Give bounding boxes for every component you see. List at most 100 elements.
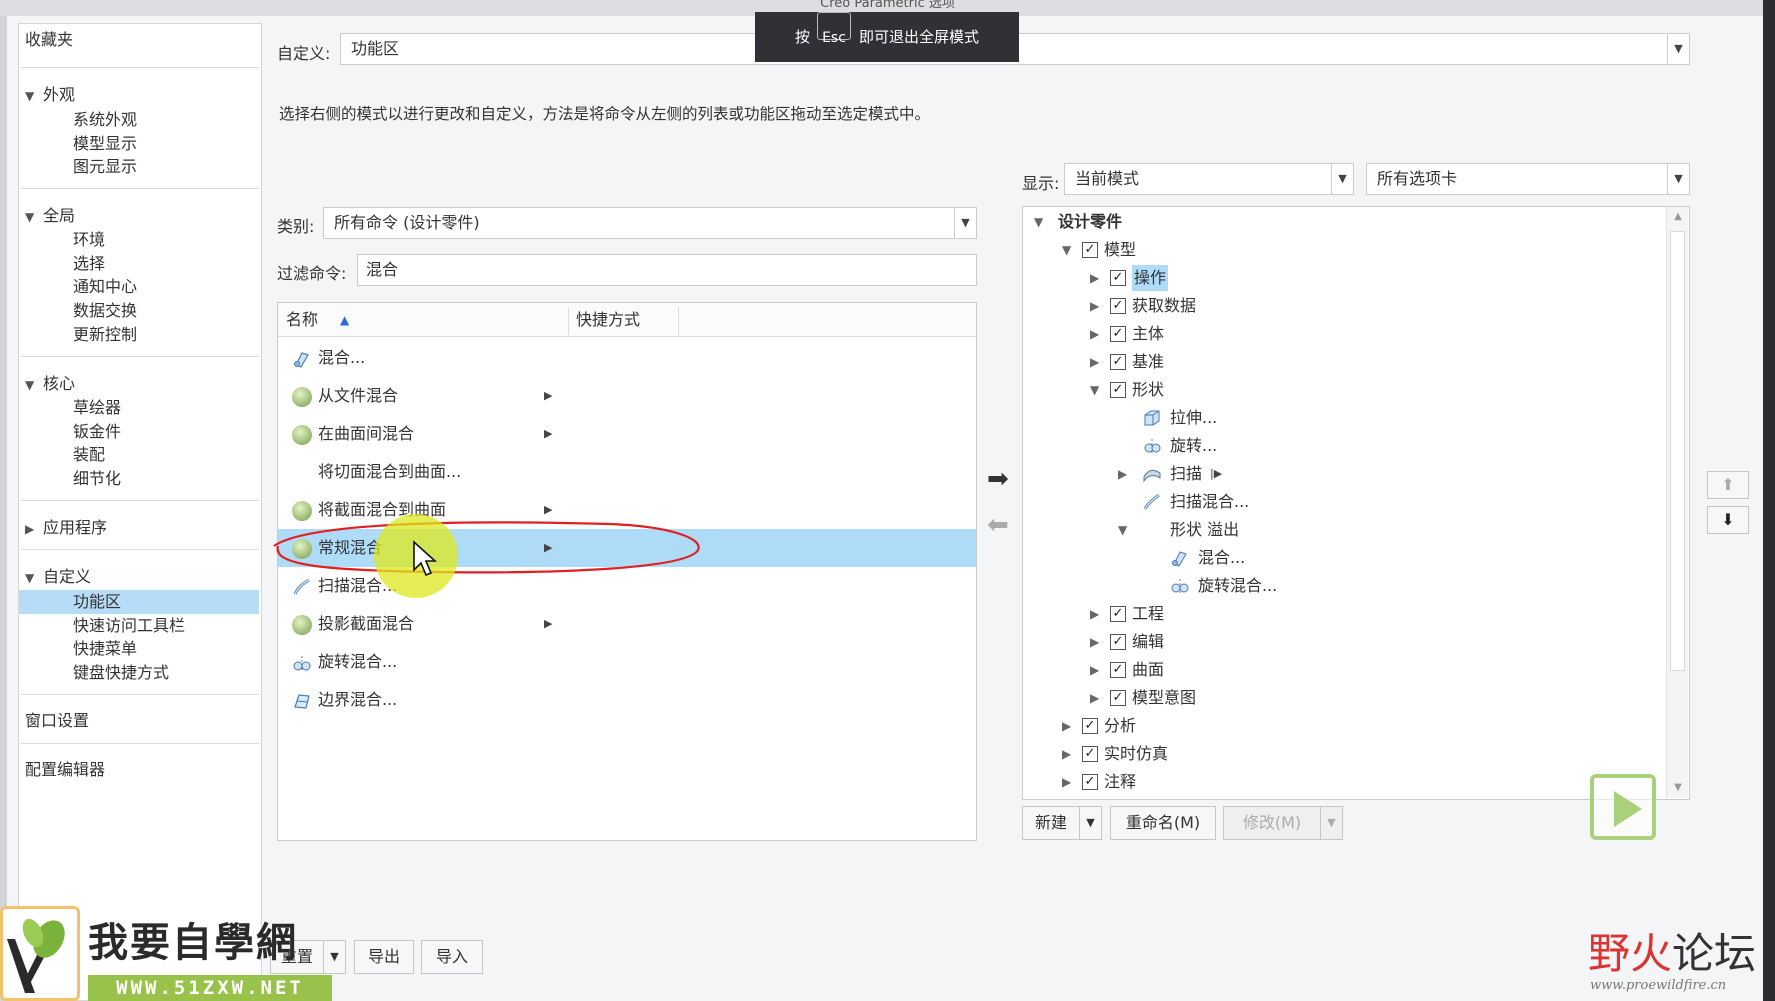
expand-icon[interactable]: ▶: [1090, 349, 1104, 375]
command-row[interactable]: 旋转混合...: [278, 643, 976, 681]
nav-item-system-appearance[interactable]: 系统外观: [73, 108, 137, 132]
nav-item-notification-center[interactable]: 通知中心: [73, 275, 137, 299]
expand-icon[interactable]: ▶: [1118, 461, 1132, 487]
checkbox[interactable]: ✓: [1082, 774, 1098, 790]
esc-key: Esc: [817, 12, 851, 46]
expand-icon[interactable]: ▶: [1090, 685, 1104, 711]
expand-icon[interactable]: ▶: [1090, 601, 1104, 627]
nav-section-label: 自定义: [43, 567, 92, 586]
command-row[interactable]: 将切面混合到曲面...: [278, 453, 976, 491]
command-row[interactable]: 边界混合...: [278, 681, 976, 719]
chevron-down-icon[interactable]: ▼: [1667, 164, 1689, 194]
expand-icon[interactable]: ▶: [1062, 741, 1076, 767]
scroll-up-icon[interactable]: ▲: [1667, 207, 1689, 227]
frame-edge: [0, 16, 7, 1001]
chevron-down-icon[interactable]: ▼: [954, 208, 976, 238]
scrollbar-thumb[interactable]: [1670, 231, 1685, 671]
nav-config-editor[interactable]: 配置编辑器: [25, 758, 105, 782]
checkbox[interactable]: ✓: [1082, 746, 1098, 762]
expand-icon[interactable]: ▶: [1062, 713, 1076, 739]
nav-item-selection[interactable]: 选择: [73, 252, 105, 276]
filter-input[interactable]: 混合: [357, 254, 977, 286]
submenu-arrow-icon[interactable]: |▶: [1210, 461, 1222, 487]
checkbox[interactable]: ✓: [1110, 690, 1126, 706]
export-button[interactable]: 导出: [354, 940, 414, 974]
display-mode-select[interactable]: 当前模式 ▼: [1064, 163, 1354, 195]
chevron-down-icon[interactable]: ▼: [1079, 807, 1101, 839]
nav-item-detailing[interactable]: 细节化: [73, 467, 121, 491]
checkbox[interactable]: ✓: [1110, 326, 1126, 342]
chevron-down-icon[interactable]: ▼: [1320, 807, 1342, 839]
move-up-icon[interactable]: ⬆: [1707, 471, 1749, 499]
move-down-icon[interactable]: ⬇: [1707, 506, 1749, 534]
nav-item-keyboard-shortcuts[interactable]: 键盘快捷方式: [73, 661, 169, 685]
collapse-icon[interactable]: ▼: [25, 373, 43, 397]
collapse-icon[interactable]: ▼: [1118, 517, 1132, 543]
expand-icon[interactable]: ▶: [1062, 769, 1076, 795]
nav-item-sheetmetal[interactable]: 钣金件: [73, 420, 121, 444]
tree-node-label: 实时仿真: [1104, 744, 1169, 763]
collapse-icon[interactable]: ▼: [1034, 209, 1048, 235]
collapse-icon[interactable]: ▼: [25, 566, 43, 590]
checkbox[interactable]: ✓: [1110, 606, 1126, 622]
checkbox[interactable]: ✓: [1082, 242, 1098, 258]
checkbox[interactable]: ✓: [1082, 718, 1098, 734]
nav-item-ribbon[interactable]: 功能区: [19, 590, 259, 614]
nav-item-data-exchange[interactable]: 数据交换: [73, 299, 137, 323]
collapse-icon[interactable]: ▼: [1062, 237, 1076, 263]
checkbox[interactable]: ✓: [1110, 354, 1126, 370]
rotational-blend-icon: [293, 656, 311, 671]
expand-icon[interactable]: ▶: [1090, 293, 1104, 319]
nav-item-assembly[interactable]: 装配: [73, 443, 105, 467]
collapse-icon[interactable]: ▼: [25, 205, 43, 229]
nav-section-core[interactable]: ▼ 核心: [25, 372, 75, 396]
nav-item-sketcher[interactable]: 草绘器: [73, 396, 121, 420]
collapse-icon[interactable]: ▼: [1090, 377, 1104, 403]
command-row[interactable]: 在曲面间混合 ▶: [278, 415, 976, 453]
import-button[interactable]: 导入: [421, 940, 483, 974]
scroll-down-icon[interactable]: ▼: [1667, 778, 1689, 798]
add-arrow-icon[interactable]: ➡: [987, 464, 1009, 494]
column-header-shortcut[interactable]: 快捷方式: [576, 303, 640, 337]
nav-item-quick-access-toolbar[interactable]: 快速访问工具栏: [73, 614, 185, 638]
tree-scrollbar[interactable]: ▲ ▼: [1666, 207, 1688, 798]
remove-arrow-icon[interactable]: ⬅: [987, 510, 1009, 540]
nav-favorites[interactable]: 收藏夹: [25, 28, 73, 52]
play-icon[interactable]: [1590, 774, 1656, 840]
tree-node-label: 编辑: [1132, 632, 1165, 651]
display-tabs-select[interactable]: 所有选项卡 ▼: [1366, 163, 1690, 195]
nav-item-environment[interactable]: 环境: [73, 228, 105, 252]
collapse-icon[interactable]: ▼: [25, 84, 43, 108]
expand-icon[interactable]: ▶: [1090, 321, 1104, 347]
checkbox[interactable]: ✓: [1110, 662, 1126, 678]
expand-icon[interactable]: ▶: [1090, 657, 1104, 683]
command-row[interactable]: 投影截面混合 ▶: [278, 605, 976, 643]
nav-section-customize[interactable]: ▼ 自定义: [25, 565, 91, 589]
checkbox[interactable]: ✓: [1110, 382, 1126, 398]
forum-logo-part: 论坛: [1672, 929, 1757, 978]
category-select[interactable]: 所有命令 (设计零件) ▼: [323, 207, 977, 239]
checkbox[interactable]: ✓: [1110, 634, 1126, 650]
expand-icon[interactable]: ▶: [1090, 265, 1104, 291]
checkbox[interactable]: ✓: [1110, 298, 1126, 314]
nav-item-shortcut-menu[interactable]: 快捷菜单: [73, 637, 137, 661]
command-row[interactable]: 混合...: [278, 339, 976, 377]
nav-item-update-control[interactable]: 更新控制: [73, 323, 137, 347]
modify-button[interactable]: 修改(M) ▼: [1223, 806, 1343, 840]
expand-icon[interactable]: ▶: [1090, 629, 1104, 655]
nav-section-appearance[interactable]: ▼ 外观: [25, 83, 75, 107]
nav-section-applications[interactable]: ▶ 应用程序: [25, 516, 107, 540]
expand-icon[interactable]: ▶: [25, 517, 43, 541]
nav-window-settings[interactable]: 窗口设置: [25, 709, 89, 733]
chevron-down-icon[interactable]: ▼: [1667, 34, 1689, 64]
nav-item-entity-display[interactable]: 图元显示: [73, 155, 137, 179]
checkbox[interactable]: ✓: [1110, 270, 1126, 286]
nav-section-global[interactable]: ▼ 全局: [25, 204, 75, 228]
command-row[interactable]: 从文件混合 ▶: [278, 377, 976, 415]
column-header-name[interactable]: 名称: [286, 303, 318, 337]
new-button[interactable]: 新建 ▼: [1022, 806, 1102, 840]
forum-logo-part: 野火: [1588, 929, 1673, 978]
rename-button[interactable]: 重命名(M): [1110, 806, 1216, 840]
nav-item-model-display[interactable]: 模型显示: [73, 132, 137, 156]
chevron-down-icon[interactable]: ▼: [1331, 164, 1353, 194]
